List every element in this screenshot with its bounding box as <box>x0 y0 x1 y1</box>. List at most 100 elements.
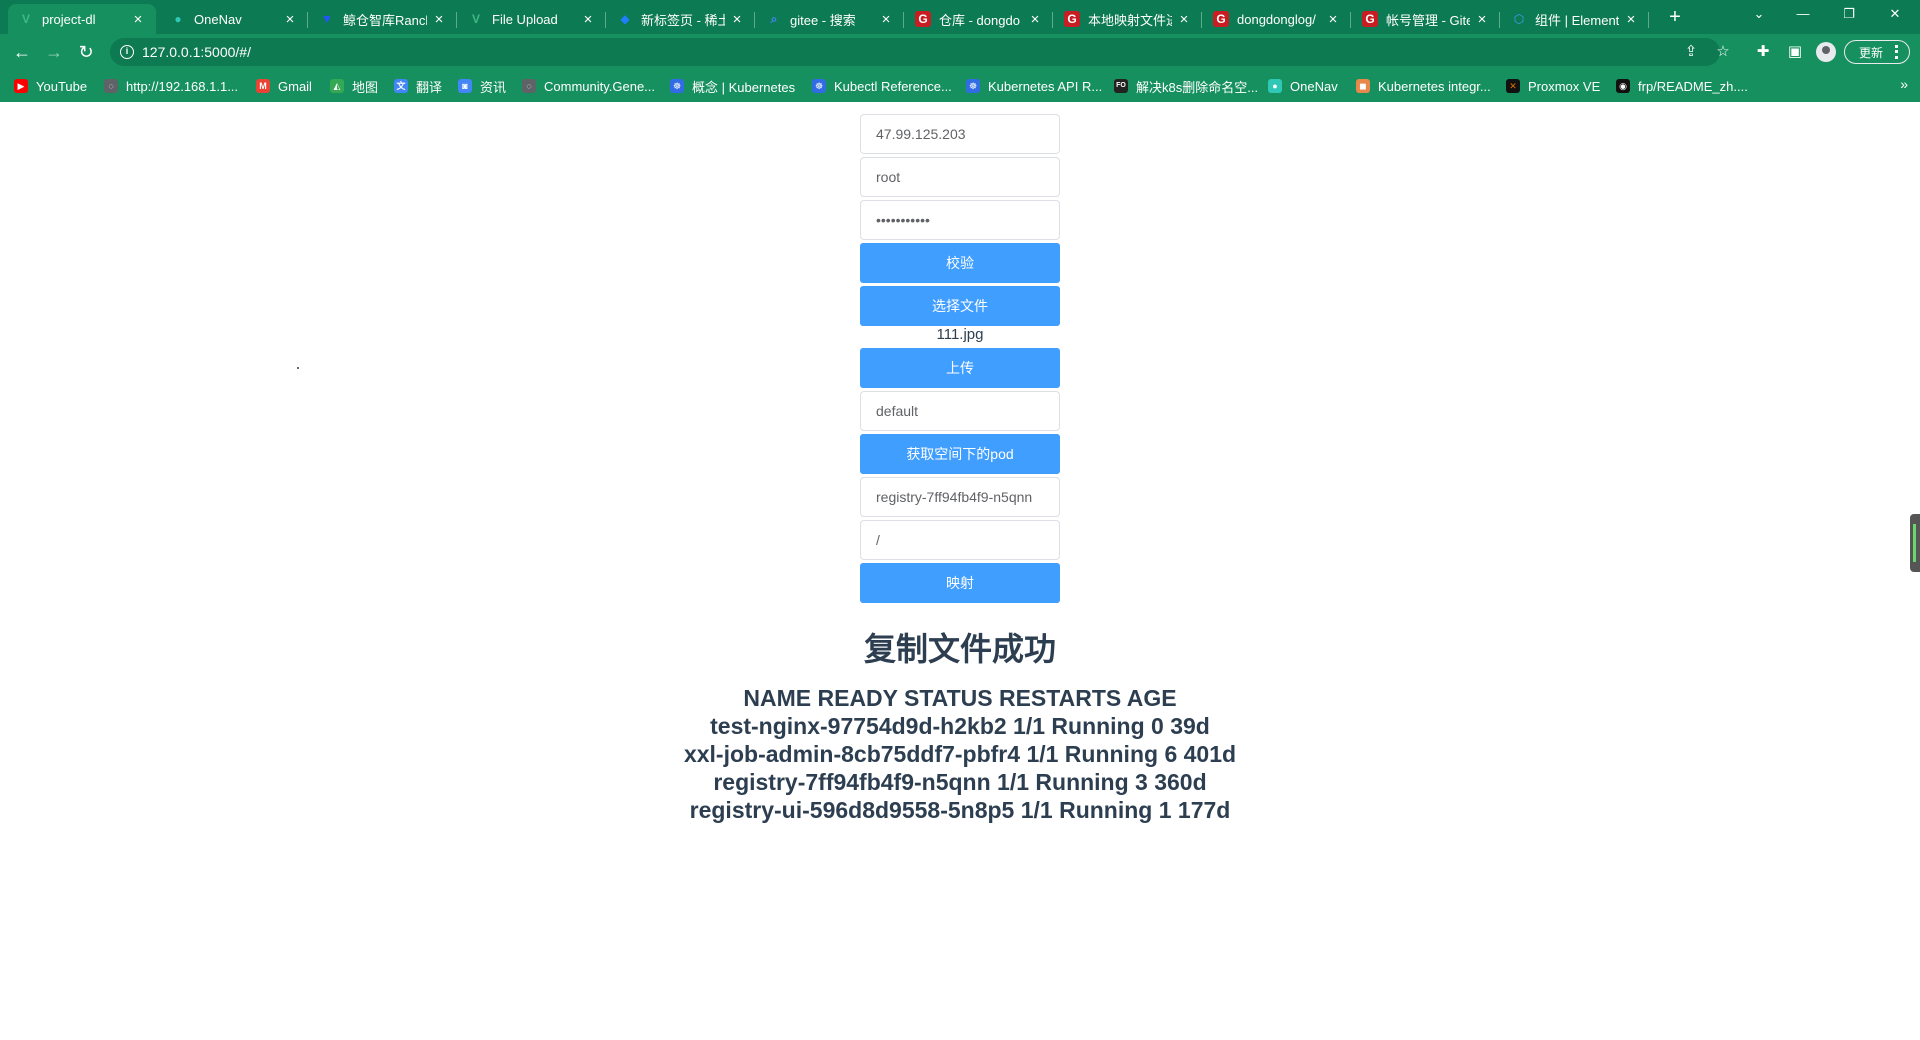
youtube-icon: ▶ <box>14 79 28 93</box>
close-icon[interactable]: × <box>431 11 447 28</box>
tab-gitee-account[interactable]: G 帐号管理 - Gite × <box>1352 4 1500 34</box>
tab-onenav[interactable]: ● OneNav × <box>160 4 308 34</box>
bookmark-label: frp/README_zh.... <box>1638 78 1748 94</box>
bookmark-label: 地图 <box>352 79 379 95</box>
site-info-icon[interactable]: i <box>120 45 134 59</box>
close-icon[interactable]: × <box>1176 11 1192 28</box>
bookmark-label: http://192.168.1.1... <box>126 78 239 94</box>
bookmark-label: 资讯 <box>480 79 507 95</box>
vue-icon: V <box>21 12 30 26</box>
tab-juejin[interactable]: ◆ 新标签页 - 稀土 × <box>607 4 755 34</box>
news-icon: ◙ <box>458 79 472 93</box>
tab-element[interactable]: ⬡ 组件 | Element × <box>1501 4 1649 34</box>
close-icon[interactable]: × <box>1474 11 1490 28</box>
password-input[interactable]: ••••••••••• <box>860 200 1060 240</box>
extensions-icon[interactable]: ✚ <box>1752 41 1774 63</box>
tab-gitee-repo[interactable]: G 仓库 - dongdo × <box>905 4 1053 34</box>
verify-button[interactable]: 校验 <box>860 243 1060 283</box>
csdn-icon: FO <box>1114 79 1128 93</box>
juejin-icon: ◆ <box>620 12 630 26</box>
bookmark-label: Kubernetes API R... <box>988 78 1103 94</box>
globe-icon: ◌ <box>104 79 118 93</box>
bookmark-k8s-namespace[interactable]: FO 解决k8s删除命名空... <box>1114 77 1258 95</box>
close-icon[interactable]: × <box>282 11 298 28</box>
minimize-icon[interactable]: — <box>1780 0 1826 30</box>
translate-icon: 文 <box>394 79 408 93</box>
back-icon[interactable]: ← <box>8 39 36 65</box>
bookmark-kubectl-reference[interactable]: ☸ Kubectl Reference... <box>812 77 952 95</box>
tab-gitee-dongdonglog[interactable]: G dongdonglog/ × <box>1203 4 1351 34</box>
pod-line: registry-ui-596d8d9558-5n8p5 1/1 Running… <box>689 797 1231 823</box>
restore-icon[interactable]: ❐ <box>1826 0 1872 30</box>
kubernetes-icon: ☸ <box>966 79 980 93</box>
update-button[interactable]: 更新 <box>1844 40 1910 64</box>
bookmark-k8s-api[interactable]: ☸ Kubernetes API R... <box>966 77 1102 95</box>
tab-title: 组件 | Element <box>1535 12 1619 28</box>
side-panel-icon[interactable]: ▣ <box>1784 41 1806 63</box>
map-button[interactable]: 映射 <box>860 563 1060 603</box>
tab-project-dl[interactable]: V project-dl × <box>8 4 156 34</box>
upload-button[interactable]: 上传 <box>860 348 1060 388</box>
address-bar[interactable]: i 127.0.0.1:5000/#/ <box>110 38 1720 66</box>
path-input[interactable]: / <box>860 520 1060 560</box>
side-scroll-handle[interactable] <box>1910 514 1920 572</box>
close-icon[interactable]: × <box>1325 11 1341 28</box>
search-icon: ⌕ <box>770 11 778 26</box>
close-icon[interactable]: × <box>878 11 894 28</box>
github-icon: ◉ <box>1616 79 1630 93</box>
username-value: root <box>876 169 901 185</box>
tab-file-upload[interactable]: V File Upload × <box>458 4 606 34</box>
tab-rancher[interactable]: ▼ 鲸仓智库Ranch × <box>309 4 457 34</box>
pod-line: xxl-job-admin-8cb75ddf7-pbfr4 1/1 Runnin… <box>683 741 1237 767</box>
gitee-icon: G <box>1213 11 1229 27</box>
bookmark-news[interactable]: ◙ 资讯 <box>458 77 506 95</box>
tab-title: 仓库 - dongdo <box>939 12 1020 28</box>
choose-file-button[interactable]: 选择文件 <box>860 286 1060 326</box>
bookmark-youtube[interactable]: ▶ YouTube <box>14 77 87 95</box>
new-tab-button[interactable]: + <box>1662 4 1688 30</box>
profile-avatar-icon[interactable] <box>1816 42 1836 62</box>
host-input[interactable]: 47.99.125.203 <box>860 114 1060 154</box>
bookmark-label: OneNav <box>1290 78 1338 94</box>
pod-line: test-nginx-97754d9d-h2kb2 1/1 Running 0 … <box>710 713 1210 739</box>
pod-value: registry-7ff94fb4f9-n5qnn <box>876 489 1033 505</box>
forward-icon[interactable]: → <box>40 39 68 65</box>
bookmark-router[interactable]: ◌ http://192.168.1.1... <box>104 77 238 95</box>
tab-title: gitee - 搜索 <box>790 12 856 28</box>
bookmarks-bar: ▶ YouTube ◌ http://192.168.1.1... M Gmail ◭… <box>0 70 1920 102</box>
tab-gitee-mapping[interactable]: G 本地映射文件进 × <box>1054 4 1202 34</box>
bookmark-gmail[interactable]: M Gmail <box>256 77 312 95</box>
bookmark-k8s-integration[interactable]: ◼ Kubernetes integr... <box>1356 77 1491 95</box>
update-label: 更新 <box>1859 45 1884 60</box>
bookmark-translate[interactable]: 文翻译 <box>394 77 442 95</box>
kubernetes-icon: ☸ <box>670 79 684 93</box>
bookmark-label: Kubernetes integr... <box>1378 78 1491 94</box>
namespace-input[interactable]: default <box>860 391 1060 431</box>
rancher-icon: ▼ <box>321 12 333 26</box>
tab-gitee-search[interactable]: ⌕ gitee - 搜索 × <box>756 4 904 34</box>
tab-search-icon[interactable]: ⌄ <box>1736 0 1782 30</box>
bookmark-k8s-concepts[interactable]: ☸ 概念 | Kubernetes <box>670 77 795 95</box>
verify-label: 校验 <box>946 255 974 271</box>
bookmark-community[interactable]: ◌ Community.Gene... <box>522 77 655 95</box>
bookmark-maps[interactable]: ◭ 地图 <box>330 77 378 95</box>
close-icon[interactable]: × <box>729 11 745 28</box>
close-window-icon[interactable]: ✕ <box>1872 0 1918 30</box>
bookmark-star-icon[interactable]: ☆ <box>1712 41 1734 63</box>
tab-title: dongdonglog/ <box>1237 11 1316 27</box>
close-icon[interactable]: × <box>580 11 596 28</box>
path-value: / <box>876 532 880 548</box>
reload-icon[interactable]: ↻ <box>72 39 100 65</box>
pod-input[interactable]: registry-7ff94fb4f9-n5qnn <box>860 477 1060 517</box>
namespace-value: default <box>876 403 919 419</box>
close-icon[interactable]: × <box>130 11 146 28</box>
close-icon[interactable]: × <box>1623 11 1639 28</box>
close-icon[interactable]: × <box>1027 11 1043 28</box>
username-input[interactable]: root <box>860 157 1060 197</box>
bookmark-frp-readme[interactable]: ◉ frp/README_zh.... <box>1616 77 1748 95</box>
bookmark-onenav[interactable]: ● OneNav <box>1268 77 1338 95</box>
more-bookmarks-icon[interactable]: » <box>1900 76 1908 92</box>
share-icon[interactable]: ⇪ <box>1680 41 1702 63</box>
get-pods-button[interactable]: 获取空间下的pod <box>860 434 1060 474</box>
bookmark-proxmox[interactable]: ✕ Proxmox VE <box>1506 77 1600 95</box>
